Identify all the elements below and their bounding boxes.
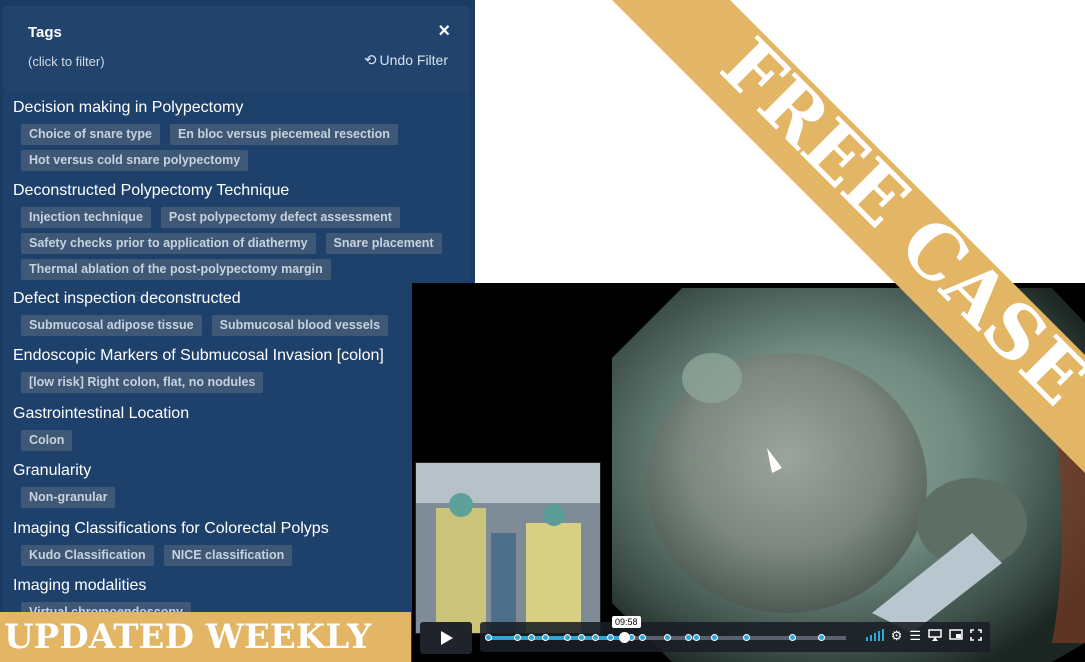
tag-group-title: Decision making in Polypectomy	[13, 99, 244, 116]
updated-weekly-banner: UPDATED WEEKLY	[0, 612, 411, 662]
chapter-marker[interactable]	[742, 634, 750, 641]
chapter-marker[interactable]	[638, 634, 646, 641]
inset-video-frame	[416, 463, 600, 633]
chapter-marker[interactable]	[692, 634, 700, 641]
chapter-marker[interactable]	[563, 634, 571, 641]
tag-chip[interactable]: Hot versus cold snare polypectomy	[21, 150, 249, 171]
tag-group: Gastrointestinal Location Colon	[13, 404, 462, 451]
tag-chip[interactable]: En bloc versus piecemeal resection	[169, 124, 398, 145]
tag-group-title: Imaging modalities	[13, 577, 147, 594]
tag-chip[interactable]: Choice of snare type	[21, 124, 160, 145]
panel-title: Tags	[28, 24, 62, 41]
tag-group-title: Deconstructed Polypectomy Technique	[13, 182, 290, 199]
tag-chip[interactable]: Kudo Classification	[21, 545, 154, 566]
chapter-marker[interactable]	[485, 634, 492, 641]
play-icon	[441, 631, 453, 645]
picture-in-picture-icon[interactable]	[949, 628, 963, 644]
tag-chip[interactable]: NICE classification	[163, 545, 293, 566]
chapter-marker[interactable]	[789, 634, 797, 641]
close-icon[interactable]: ×	[438, 20, 450, 43]
tag-chip[interactable]: Post polypectomy defect assessment	[160, 207, 400, 228]
tag-group: Deconstructed Polypectomy Technique Inje…	[13, 181, 462, 280]
tag-group-title: Endoscopic Markers of Submucosal Invasio…	[13, 347, 384, 364]
undo-icon: ⟲	[363, 52, 377, 69]
video-player[interactable]: 09:58 ⚙ ☰	[412, 283, 1085, 662]
tag-group-title: Granularity	[13, 462, 92, 479]
chapters-list-icon[interactable]: ☰	[909, 628, 921, 644]
tag-group: Imaging Classifications for Colorectal P…	[13, 519, 462, 566]
progress-bar[interactable]: 09:58 ⚙ ☰	[480, 616, 990, 652]
tag-group: Granularity Non-granular	[13, 461, 462, 508]
chapter-marker[interactable]	[664, 634, 671, 641]
tag-list: Decision making in Polypectomy Choice of…	[3, 92, 470, 662]
tag-group-title: Imaging Classifications for Colorectal P…	[13, 520, 329, 537]
tag-chip[interactable]: Safety checks prior to application of di…	[21, 233, 316, 254]
tag-group: Defect inspection deconstructed Submucos…	[13, 289, 462, 336]
tag-group-title: Defect inspection deconstructed	[13, 290, 241, 307]
tag-group: Decision making in Polypectomy Choice of…	[13, 98, 462, 171]
undo-filter-label: Undo Filter	[379, 52, 448, 68]
tag-chip[interactable]: [low risk] Right colon, flat, no nodules	[21, 372, 264, 393]
fullscreen-icon[interactable]	[970, 628, 982, 644]
tag-chip[interactable]: Submucosal blood vessels	[211, 315, 389, 336]
playhead[interactable]	[619, 632, 631, 643]
tag-chip[interactable]: Non-granular	[21, 487, 116, 508]
control-icons: ⚙ ☰	[865, 628, 982, 644]
chapter-marker[interactable]	[606, 634, 614, 641]
chapter-marker[interactable]	[817, 634, 825, 641]
gear-icon[interactable]: ⚙	[891, 628, 903, 644]
chapter-marker[interactable]	[527, 634, 535, 641]
tag-chip[interactable]: Thermal ablation of the post-polypectomy…	[21, 259, 331, 280]
tag-chip[interactable]: Colon	[21, 430, 73, 451]
tag-chip[interactable]: Snare placement	[325, 233, 442, 254]
panel-subtitle: (click to filter)	[28, 54, 105, 69]
airplay-icon[interactable]	[928, 628, 942, 644]
chapter-marker[interactable]	[685, 634, 693, 641]
play-button[interactable]	[420, 622, 472, 654]
time-tooltip: 09:58	[612, 616, 641, 628]
tags-panel-header: Tags (click to filter) × ⟲ Undo Filter	[3, 6, 470, 92]
undo-filter-button[interactable]: ⟲ Undo Filter	[364, 51, 448, 69]
progress-track[interactable]: 09:58	[485, 616, 846, 643]
tag-group: Endoscopic Markers of Submucosal Invasio…	[13, 346, 462, 393]
tags-panel: Tags (click to filter) × ⟲ Undo Filter De…	[0, 0, 475, 662]
chapter-marker[interactable]	[513, 634, 521, 641]
progress-fill	[488, 636, 625, 640]
operating-room-inset-video	[415, 462, 601, 634]
tag-group-title: Gastrointestinal Location	[13, 405, 190, 422]
chapter-marker[interactable]	[710, 634, 718, 641]
tag-chip[interactable]: Injection technique	[21, 207, 151, 228]
tag-chip[interactable]: Submucosal adipose tissue	[21, 315, 202, 336]
signal-bars-icon[interactable]	[865, 628, 884, 644]
player-controls: 09:58 ⚙ ☰	[420, 616, 990, 654]
